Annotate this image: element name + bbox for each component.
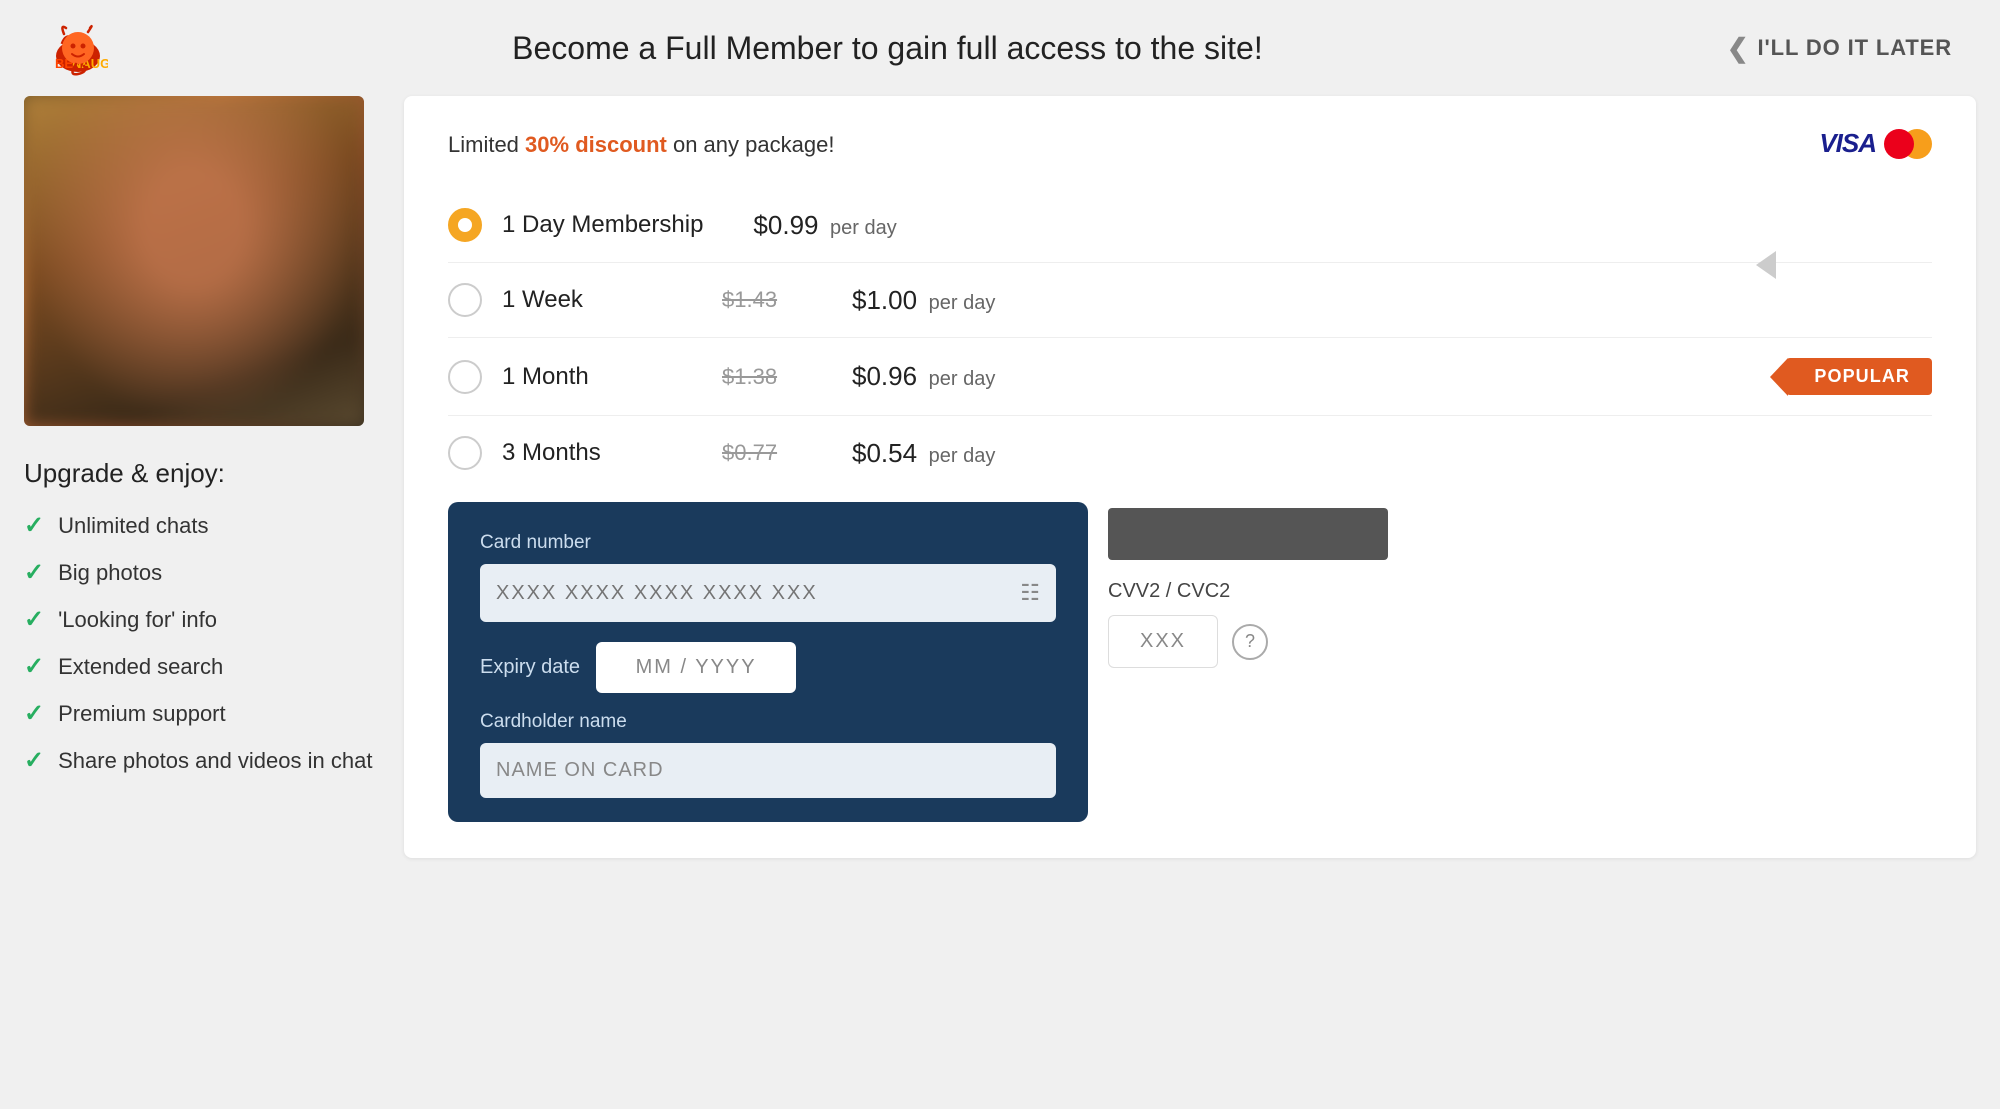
radio-1week[interactable] [448, 283, 482, 317]
benefit-premium-support: ✓ Premium support [24, 699, 374, 728]
benefit-extended-search: ✓ Extended search [24, 652, 374, 681]
card-number-field[interactable]: ☷ [480, 564, 1056, 622]
check-icon: ✓ [24, 699, 44, 728]
popular-badge: POPULAR [1786, 358, 1932, 395]
left-panel: Upgrade & enjoy: ✓ Unlimited chats ✓ Big… [24, 96, 404, 858]
benefit-big-photos: ✓ Big photos [24, 558, 374, 587]
main-content: Upgrade & enjoy: ✓ Unlimited chats ✓ Big… [0, 96, 2000, 858]
arrow-indicator [1756, 251, 1776, 279]
benefit-list: ✓ Unlimited chats ✓ Big photos ✓ 'Lookin… [24, 511, 374, 775]
plan-perday-3months: per day [923, 445, 995, 467]
plan-price-1week: $1.00 per day [852, 285, 995, 316]
cvv-field[interactable]: XXX [1108, 615, 1218, 668]
gray-bar [1108, 508, 1388, 560]
benefit-label: Premium support [58, 701, 226, 727]
check-icon: ✓ [24, 511, 44, 540]
plan-option-1month[interactable]: 1 Month $1.38 $0.96 per day POPULAR [448, 338, 1932, 416]
plan-perday-1week: per day [923, 292, 995, 314]
discount-banner: Limited 30% discount on any package! [448, 132, 1932, 158]
visa-logo: VISA [1819, 128, 1876, 159]
benefit-label: Unlimited chats [58, 513, 208, 539]
page-title: Become a Full Member to gain full access… [48, 30, 1727, 67]
plan-price-1month: $0.96 per day [852, 361, 995, 392]
benefit-share-photos: ✓ Share photos and videos in chat [24, 746, 374, 775]
benefit-label: 'Looking for' info [58, 607, 217, 633]
radio-1month[interactable] [448, 360, 482, 394]
card-icon: ☷ [1020, 580, 1040, 606]
expiry-row: Expiry date MM / YYYY [480, 642, 1056, 693]
card-number-input[interactable] [496, 582, 1020, 605]
upgrade-title: Upgrade & enjoy: [24, 458, 374, 489]
cardholder-field[interactable]: NAME ON CARD [480, 743, 1056, 798]
benefit-label: Share photos and videos in chat [58, 748, 372, 774]
help-icon[interactable]: ? [1232, 624, 1268, 660]
expiry-field[interactable]: MM / YYYY [596, 642, 796, 693]
plan-perday-1day: per day [825, 217, 897, 239]
benefit-label: Big photos [58, 560, 162, 586]
check-icon: ✓ [24, 746, 44, 775]
later-button[interactable]: ❮ I'LL DO IT LATER [1727, 33, 1952, 64]
plan-perday-1month: per day [923, 368, 995, 390]
plan-name-3months: 3 Months [502, 439, 702, 467]
plan-price-1day: $0.99 per day [753, 210, 896, 241]
payment-form: Card number ☷ Expiry date MM / YYYY Card… [448, 502, 1932, 822]
radio-3months[interactable] [448, 436, 482, 470]
benefit-looking-for: ✓ 'Looking for' info [24, 605, 374, 634]
plan-options: 1 Day Membership $0.99 per day 1 Week $1… [448, 188, 1932, 490]
card-form-section: Card number ☷ Expiry date MM / YYYY Card… [448, 502, 1088, 822]
later-button-label: I'LL DO IT LATER [1758, 35, 1952, 61]
profile-image-blur [24, 96, 364, 426]
profile-image [24, 96, 364, 426]
cvv-section: CVV2 / CVC2 XXX ? [1108, 502, 1388, 822]
plan-old-price-3months: $0.77 [722, 440, 802, 466]
payment-logos: VISA [1819, 128, 1932, 159]
expiry-label: Expiry date [480, 656, 580, 679]
right-panel: VISA Limited 30% discount on any package… [404, 96, 1976, 858]
chevron-left-icon: ❮ [1727, 33, 1750, 64]
header: BE NAUGHTY Become a Full Member to gain … [0, 0, 2000, 96]
benefit-label: Extended search [58, 654, 223, 680]
check-icon: ✓ [24, 558, 44, 587]
plan-name-1month: 1 Month [502, 363, 702, 391]
cvv-label: CVV2 / CVC2 [1108, 580, 1388, 603]
discount-highlight: 30% discount [525, 132, 667, 157]
discount-prefix: Limited [448, 132, 525, 157]
plan-price-3months: $0.54 per day [852, 438, 995, 469]
plan-option-3months[interactable]: 3 Months $0.77 $0.54 per day [448, 416, 1932, 490]
plan-option-1day[interactable]: 1 Day Membership $0.99 per day [448, 188, 1932, 263]
plan-old-price-1week: $1.43 [722, 287, 802, 313]
check-icon: ✓ [24, 605, 44, 634]
plan-name-1week: 1 Week [502, 286, 702, 314]
check-icon: ✓ [24, 652, 44, 681]
radio-1day[interactable] [448, 208, 482, 242]
benefit-unlimited-chats: ✓ Unlimited chats [24, 511, 374, 540]
mastercard-red-circle [1884, 129, 1914, 159]
upgrade-section: Upgrade & enjoy: ✓ Unlimited chats ✓ Big… [24, 458, 374, 775]
cardholder-label: Cardholder name [480, 711, 1056, 733]
plan-name-1day: 1 Day Membership [502, 211, 703, 239]
plan-old-price-1month: $1.38 [722, 364, 802, 390]
cvv-row: XXX ? [1108, 615, 1388, 668]
mastercard-logo [1884, 129, 1932, 159]
plan-option-1week[interactable]: 1 Week $1.43 $1.00 per day [448, 263, 1932, 338]
card-number-label: Card number [480, 532, 1056, 554]
discount-suffix: on any package! [667, 132, 835, 157]
cardholder-section: Cardholder name NAME ON CARD [480, 711, 1056, 798]
